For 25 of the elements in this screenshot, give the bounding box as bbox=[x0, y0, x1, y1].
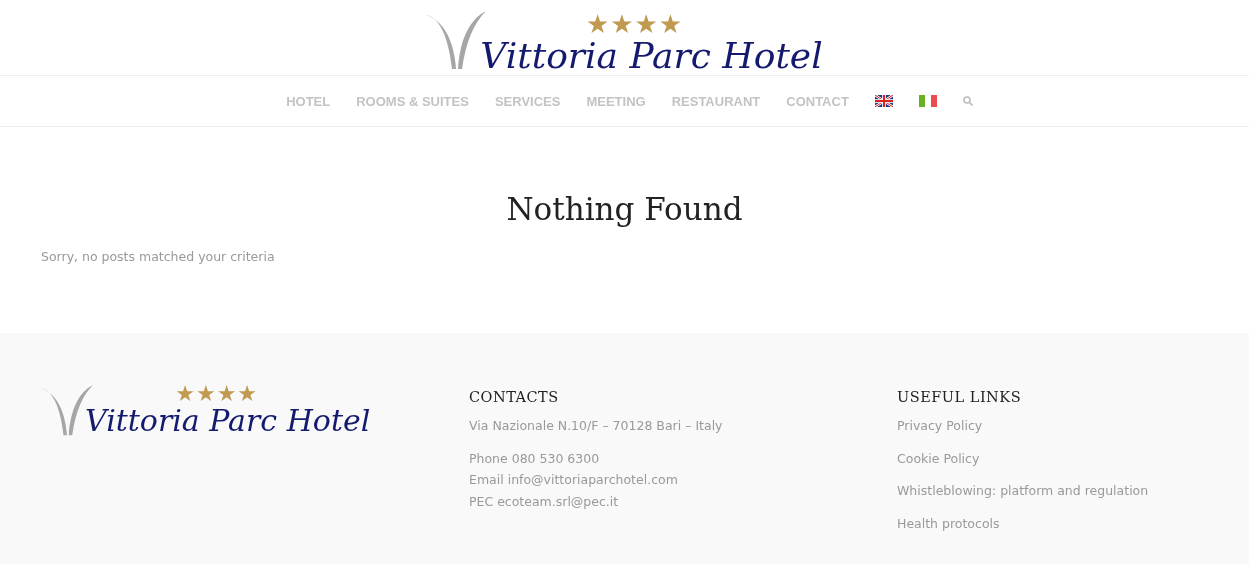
contact-text: PEC ecoteam.srl@pec.it bbox=[469, 492, 620, 511]
nav-link[interactable]: RESTAURANT bbox=[671, 93, 761, 109]
contact-text: Email info@vittoriaparchotel.com bbox=[469, 471, 679, 489]
nav-link[interactable]: CONTACT bbox=[786, 93, 849, 109]
footer-link[interactable]: Privacy Policy bbox=[897, 415, 1249, 437]
logo-text: Vittoria Parc Hotel bbox=[85, 405, 371, 437]
footer-link[interactable]: Whistleblowing: platform and regulation bbox=[897, 480, 1249, 502]
uk-flag-icon[interactable] bbox=[874, 95, 893, 107]
logo-text: Vittoria Parc Hotel bbox=[480, 37, 823, 75]
nav-link[interactable]: SERVICES bbox=[494, 93, 561, 109]
nav-link[interactable]: ROOMS & SUITES bbox=[356, 93, 469, 109]
logo-stars: ★★★★ bbox=[175, 383, 259, 405]
footer-heading: USEFUL LINKS bbox=[897, 389, 1023, 405]
no-results-message: Sorry, no posts matched your criteria bbox=[41, 249, 276, 264]
footer-link[interactable]: Health protocols bbox=[897, 512, 1249, 534]
nav-link[interactable]: MEETING bbox=[586, 93, 646, 109]
search-icon[interactable] bbox=[962, 96, 973, 106]
footer-heading: CONTACTS bbox=[469, 389, 560, 405]
address-text: Via Nazionale N.10/F – 70128 Bari – Italy bbox=[469, 417, 724, 435]
logo-stars: ★★★★ bbox=[585, 11, 684, 38]
italy-flag-icon[interactable] bbox=[918, 95, 937, 107]
footer-link[interactable]: Cookie Policy bbox=[897, 447, 1249, 469]
nav-link[interactable]: HOTEL bbox=[286, 93, 331, 109]
contact-text: Phone 080 530 6300 bbox=[469, 449, 601, 468]
page-title: Nothing Found bbox=[505, 190, 744, 227]
